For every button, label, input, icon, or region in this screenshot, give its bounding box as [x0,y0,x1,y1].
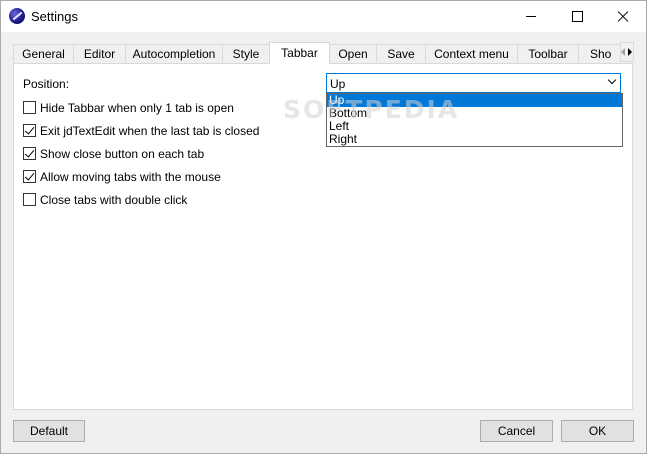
position-option-up[interactable]: Up [327,94,622,107]
title-bar[interactable]: Settings [1,1,646,32]
position-select[interactable]: Up [326,73,621,93]
position-label: Position: [23,77,70,91]
position-selected-value: Up [330,77,346,91]
maximize-icon [571,11,583,22]
tab-style[interactable]: Style [222,44,270,62]
hide-tabbar-label: Hide Tabbar when only 1 tab is open [40,101,234,115]
app-logo-icon [9,8,25,24]
cancel-button[interactable]: Cancel [480,420,553,442]
minimize-button[interactable] [508,1,554,32]
allow-moving-tabs-label: Allow moving tabs with the mouse [40,170,221,184]
exit-on-last-tab-label: Exit jdTextEdit when the last tab is clo… [40,124,260,138]
default-button[interactable]: Default [13,420,85,442]
window-title: Settings [31,9,78,24]
close-double-click-checkbox[interactable] [23,193,36,206]
tab-general[interactable]: General [13,44,74,62]
tab-save[interactable]: Save [376,44,426,62]
maximize-button[interactable] [554,1,600,32]
tab-open[interactable]: Open [329,44,377,62]
tab-shortcuts[interactable]: Sho [578,44,620,62]
exit-on-last-tab-checkbox[interactable] [23,124,36,137]
minimize-icon [526,16,536,17]
hide-tabbar-checkbox[interactable] [23,101,36,114]
position-option-right[interactable]: Right [327,133,622,146]
show-close-button-checkbox[interactable] [23,147,36,160]
close-button[interactable] [600,1,646,32]
arrow-left-icon[interactable] [621,48,625,56]
tab-toolbar[interactable]: Toolbar [517,44,579,62]
tab-editor[interactable]: Editor [73,44,126,62]
allow-moving-tabs-checkbox[interactable] [23,170,36,183]
position-option-left[interactable]: Left [327,120,622,133]
tab-context-menu[interactable]: Context menu [425,44,518,62]
show-close-button-label: Show close button on each tab [40,147,205,161]
ok-button[interactable]: OK [561,420,634,442]
chevron-down-icon [607,75,617,85]
arrow-right-icon[interactable] [628,48,632,56]
close-icon [617,11,629,23]
position-dropdown-list: Up Bottom Left Right [326,93,623,147]
close-double-click-label: Close tabs with double click [40,193,188,207]
position-option-bottom[interactable]: Bottom [327,107,622,120]
tab-strip: General Editor Autocompletion Style Tabb… [13,42,620,64]
tab-autocompletion[interactable]: Autocompletion [125,44,223,62]
tab-scroll-buttons[interactable] [620,42,634,62]
tab-tabbar[interactable]: Tabbar [269,42,330,64]
